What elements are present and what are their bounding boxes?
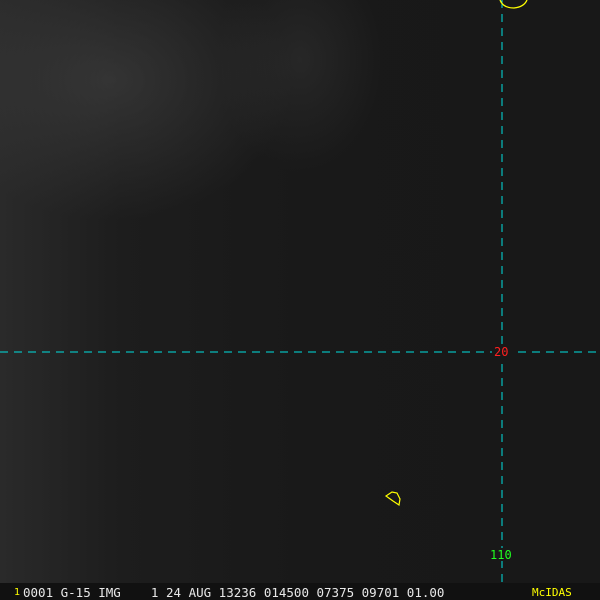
longitude-label: 110 [490,548,512,562]
frame-number: 1 [14,587,21,598]
mcidas-brand: McIDAS [532,586,572,599]
overlay: 20 110 [0,0,600,583]
satellite-image: 20 110 1 0001 G-15 IMG 1 24 AUG 13236 01… [0,0,600,600]
image-info-bar: 1 0001 G-15 IMG 1 24 AUG 13236 014500 07… [0,583,600,600]
coastline-north [499,0,528,9]
latitude-label: 20 [494,345,508,359]
coastline-island [384,491,401,507]
image-info: 0001 G-15 IMG 1 24 AUG 13236 014500 0737… [23,585,445,600]
